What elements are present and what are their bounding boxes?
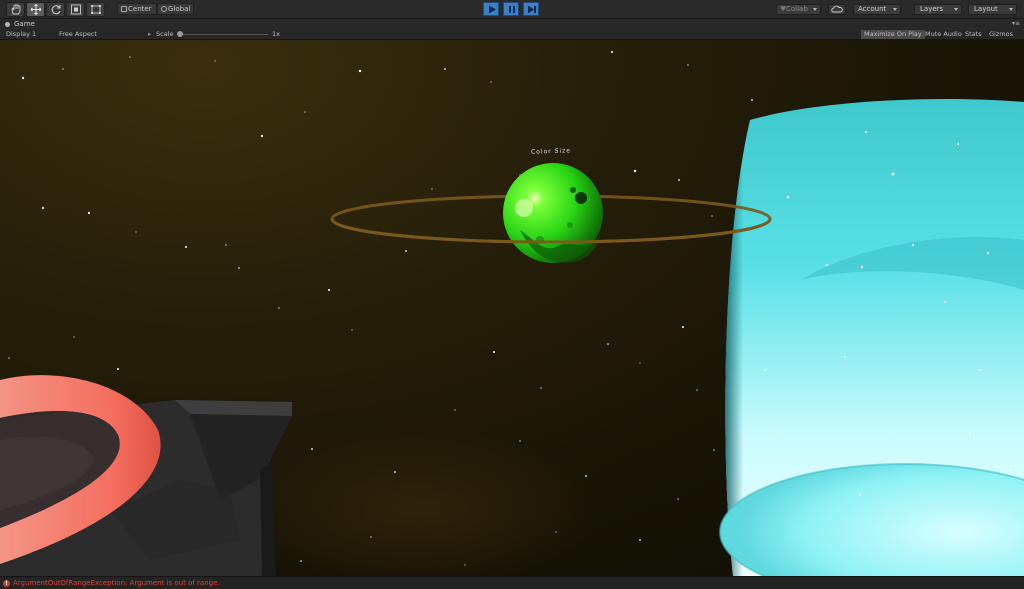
chevron-down-icon — [893, 8, 897, 11]
scale-icon — [71, 4, 81, 15]
game-viewport[interactable]: Color Size — [0, 40, 1024, 576]
step-button[interactable] — [523, 2, 539, 16]
main-toolbar: Center Global ♥ Collab Account Layers La… — [0, 0, 1024, 19]
account-label: Account — [858, 5, 887, 13]
gizmos-dropdown[interactable]: Gizmos — [989, 30, 1013, 39]
layers-label: Layers — [920, 5, 944, 13]
pause-icon — [509, 6, 515, 13]
console-status-bar[interactable]: ! ArgumentOutOfRangeException: Argument … — [0, 576, 1024, 589]
scale-label: Scale — [156, 30, 174, 38]
scale-value: 1x — [272, 30, 280, 38]
chevron-down-icon — [813, 8, 817, 11]
cloud-button[interactable] — [828, 4, 846, 15]
account-dropdown[interactable]: Account — [853, 4, 901, 15]
pivot-global-toggle[interactable]: Global — [157, 3, 194, 15]
collab-icon: ♥ — [780, 5, 787, 13]
game-scene — [0, 51, 1024, 576]
game-view-toolbar: Display 1 Free Aspect ▸ Scale 1x Maximiz… — [0, 30, 1024, 40]
game-tab-bar: Game ▾≡ — [0, 19, 1024, 30]
maximize-on-play-toggle[interactable]: Maximize On Play — [861, 30, 925, 39]
cloud-icon — [831, 5, 843, 13]
green-planet[interactable] — [503, 163, 603, 263]
display-dropdown[interactable]: Display 1 — [6, 30, 36, 39]
unity-editor-window: Center Global ♥ Collab Account Layers La… — [0, 0, 1024, 589]
tab-menu-button[interactable]: ▾≡ — [1012, 20, 1020, 28]
pivot-center-label: Center — [128, 5, 152, 13]
error-icon: ! — [3, 580, 10, 587]
scale-slider-track[interactable] — [180, 34, 268, 35]
stats-toggle[interactable]: Stats — [965, 30, 982, 39]
play-button[interactable] — [483, 2, 499, 16]
pivot-global-label: Global — [168, 5, 191, 13]
error-message[interactable]: ArgumentOutOfRangeException: Argument is… — [13, 578, 220, 588]
scale-slider-handle[interactable] — [177, 31, 183, 37]
collab-label: Collab — [786, 5, 808, 13]
step-icon — [528, 5, 536, 14]
move-icon — [30, 4, 42, 15]
pivot-center-toggle[interactable]: Center — [117, 3, 157, 15]
scale-tool-button[interactable] — [66, 2, 85, 17]
layout-label: Layout — [974, 5, 998, 13]
pivot-center-icon — [121, 6, 127, 12]
tab-game-label: Game — [14, 20, 35, 28]
mute-audio-toggle[interactable]: Mute Audio — [925, 30, 962, 39]
cyan-planet — [719, 99, 1024, 576]
play-icon — [489, 5, 496, 14]
chevron-down-icon — [954, 8, 958, 11]
globe-icon — [161, 6, 167, 12]
rect-icon — [91, 5, 101, 14]
rotate-tool-button[interactable] — [46, 2, 65, 17]
move-tool-button[interactable] — [26, 2, 45, 17]
nebula-glow — [240, 430, 600, 576]
tab-game[interactable]: Game — [0, 19, 43, 30]
aspect-dropdown[interactable]: Free Aspect — [59, 30, 97, 39]
scale-small-icon: ▸ — [148, 30, 152, 38]
rect-tool-button[interactable] — [86, 2, 105, 17]
layout-dropdown[interactable]: Layout — [968, 4, 1017, 15]
pause-button[interactable] — [503, 2, 519, 16]
hand-tool-button[interactable] — [6, 2, 25, 17]
rotate-icon — [51, 5, 61, 15]
layers-dropdown[interactable]: Layers — [914, 4, 962, 15]
game-controller-icon — [5, 22, 10, 27]
collab-dropdown[interactable]: ♥ Collab — [776, 4, 821, 15]
hand-icon — [11, 4, 21, 15]
chevron-down-icon — [1009, 8, 1013, 11]
